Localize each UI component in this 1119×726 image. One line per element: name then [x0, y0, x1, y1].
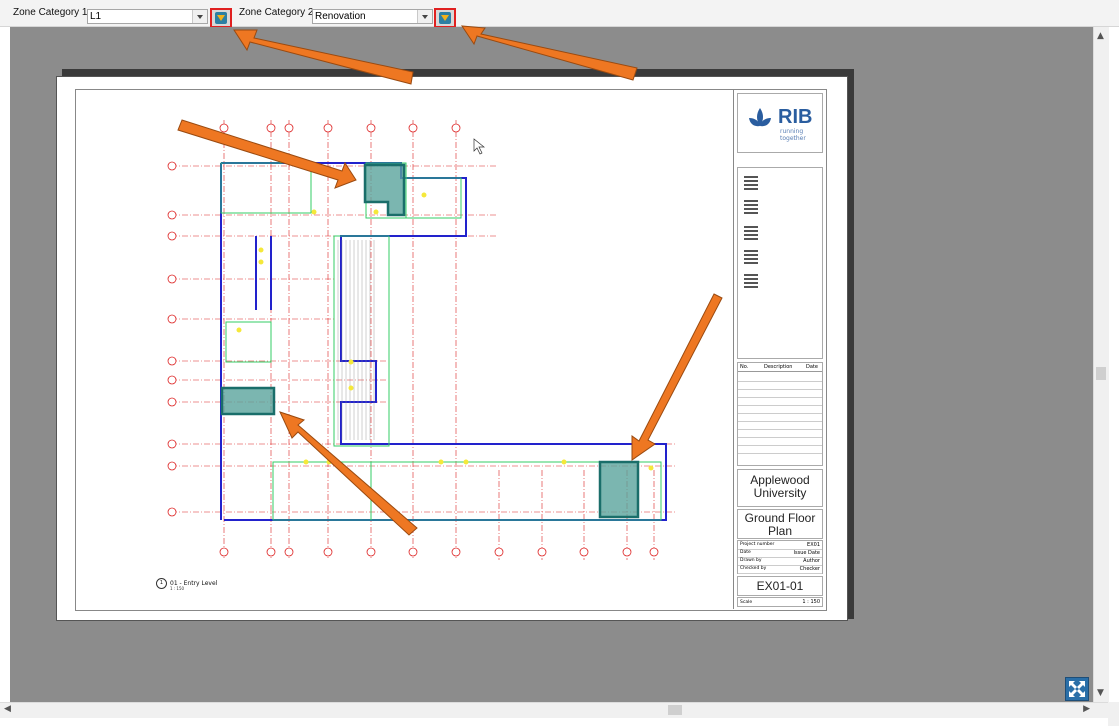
- scroll-left-icon[interactable]: ◀: [4, 704, 11, 714]
- chevron-down-icon[interactable]: [192, 10, 207, 23]
- revision-col-date: Date: [806, 364, 818, 370]
- meta-key: Checked by: [740, 566, 767, 571]
- brand-tagline: running together: [780, 128, 806, 142]
- drawing-viewport[interactable]: 1 01 - Entry Level 1 : 150 RIB running to…: [10, 27, 1093, 702]
- meta-key: Project number: [740, 542, 775, 547]
- meta-value: EX01: [807, 542, 820, 548]
- zone-category-2-value: Renovation: [315, 11, 366, 22]
- view-title: 1 01 - Entry Level 1 : 150: [156, 578, 217, 591]
- horizontal-scroll-thumb[interactable]: [668, 705, 682, 715]
- sheet-name: Ground Floor Plan: [744, 511, 816, 538]
- revision-header: No. Description Date: [738, 363, 822, 372]
- scroll-down-icon[interactable]: ▼: [1097, 688, 1104, 698]
- zone-category-1-dropdown[interactable]: L1: [87, 9, 208, 24]
- title-block: RIB running together No. Description Dat…: [733, 90, 826, 609]
- zone-toolbar: Zone Category 1: L1 Zone Category 2: Ren…: [0, 0, 1119, 28]
- project-meta: Project number EX01 Date Issue Date Drawn …: [737, 540, 823, 574]
- revision-table: No. Description Date: [737, 362, 823, 466]
- sheet-border: 1 01 - Entry Level 1 : 150 RIB running to…: [75, 89, 827, 611]
- meta-value: Issue Date: [793, 550, 820, 556]
- view-number: 1: [156, 578, 167, 589]
- scroll-up-icon[interactable]: ▲: [1097, 31, 1104, 41]
- client-box: Applewood University: [737, 469, 823, 507]
- scroll-right-icon[interactable]: ▶: [1083, 704, 1090, 714]
- cursor-icon: [473, 138, 485, 155]
- vertical-scrollbar[interactable]: ▲ ▼: [1093, 27, 1109, 702]
- consultants-box: [737, 167, 823, 359]
- meta-value: Checker: [799, 566, 820, 572]
- brand-name: RIB: [778, 106, 813, 128]
- rib-logo-icon: [749, 108, 771, 127]
- scale-box: Scale 1 : 150: [737, 597, 823, 607]
- zone-category-1-value: L1: [90, 11, 102, 22]
- scroll-corner: [1108, 702, 1119, 726]
- client-name: Applewood University: [750, 473, 810, 500]
- zone-category-1-label: Zone Category 1:: [13, 7, 91, 18]
- drawing-sheet: 1 01 - Entry Level 1 : 150 RIB running to…: [56, 76, 848, 621]
- zone-1-filter-button[interactable]: [210, 8, 232, 28]
- stair-hatch: [337, 240, 375, 440]
- meta-key: Date: [740, 550, 751, 555]
- chevron-down-icon[interactable]: [417, 10, 432, 23]
- meta-key: Drawn by: [740, 558, 762, 563]
- horizontal-scrollbar[interactable]: ◀ ▶: [0, 702, 1108, 718]
- floor-plan-svg: [167, 120, 676, 560]
- filter-icon: [439, 12, 451, 24]
- view-scale: 1 : 150: [170, 586, 185, 591]
- revision-col-no: No.: [740, 364, 749, 370]
- revision-col-description: Description: [764, 364, 793, 370]
- expand-icon: [1069, 681, 1085, 697]
- scale-label: Scale: [740, 600, 753, 605]
- vertical-scroll-thumb[interactable]: [1096, 367, 1106, 380]
- zone-category-2-dropdown[interactable]: Renovation: [312, 9, 433, 24]
- room-tags: [236, 192, 654, 471]
- meta-value: Author: [803, 558, 820, 564]
- zone-category-2-label: Zone Category 2:: [239, 7, 317, 18]
- floor-plan-drawing[interactable]: 1 01 - Entry Level 1 : 150: [76, 90, 733, 609]
- sheet-number: EX01-01: [756, 579, 804, 593]
- filter-icon: [215, 12, 227, 24]
- sheet-name-box: Ground Floor Plan: [737, 509, 823, 539]
- room-outlines: [220, 162, 662, 521]
- sheet-number-box: EX01-01: [737, 576, 823, 596]
- logo-box: RIB running together: [737, 93, 823, 153]
- fit-view-button[interactable]: [1065, 677, 1089, 701]
- zone-2-filter-button[interactable]: [434, 8, 456, 28]
- scale-value: 1 : 150: [802, 599, 820, 605]
